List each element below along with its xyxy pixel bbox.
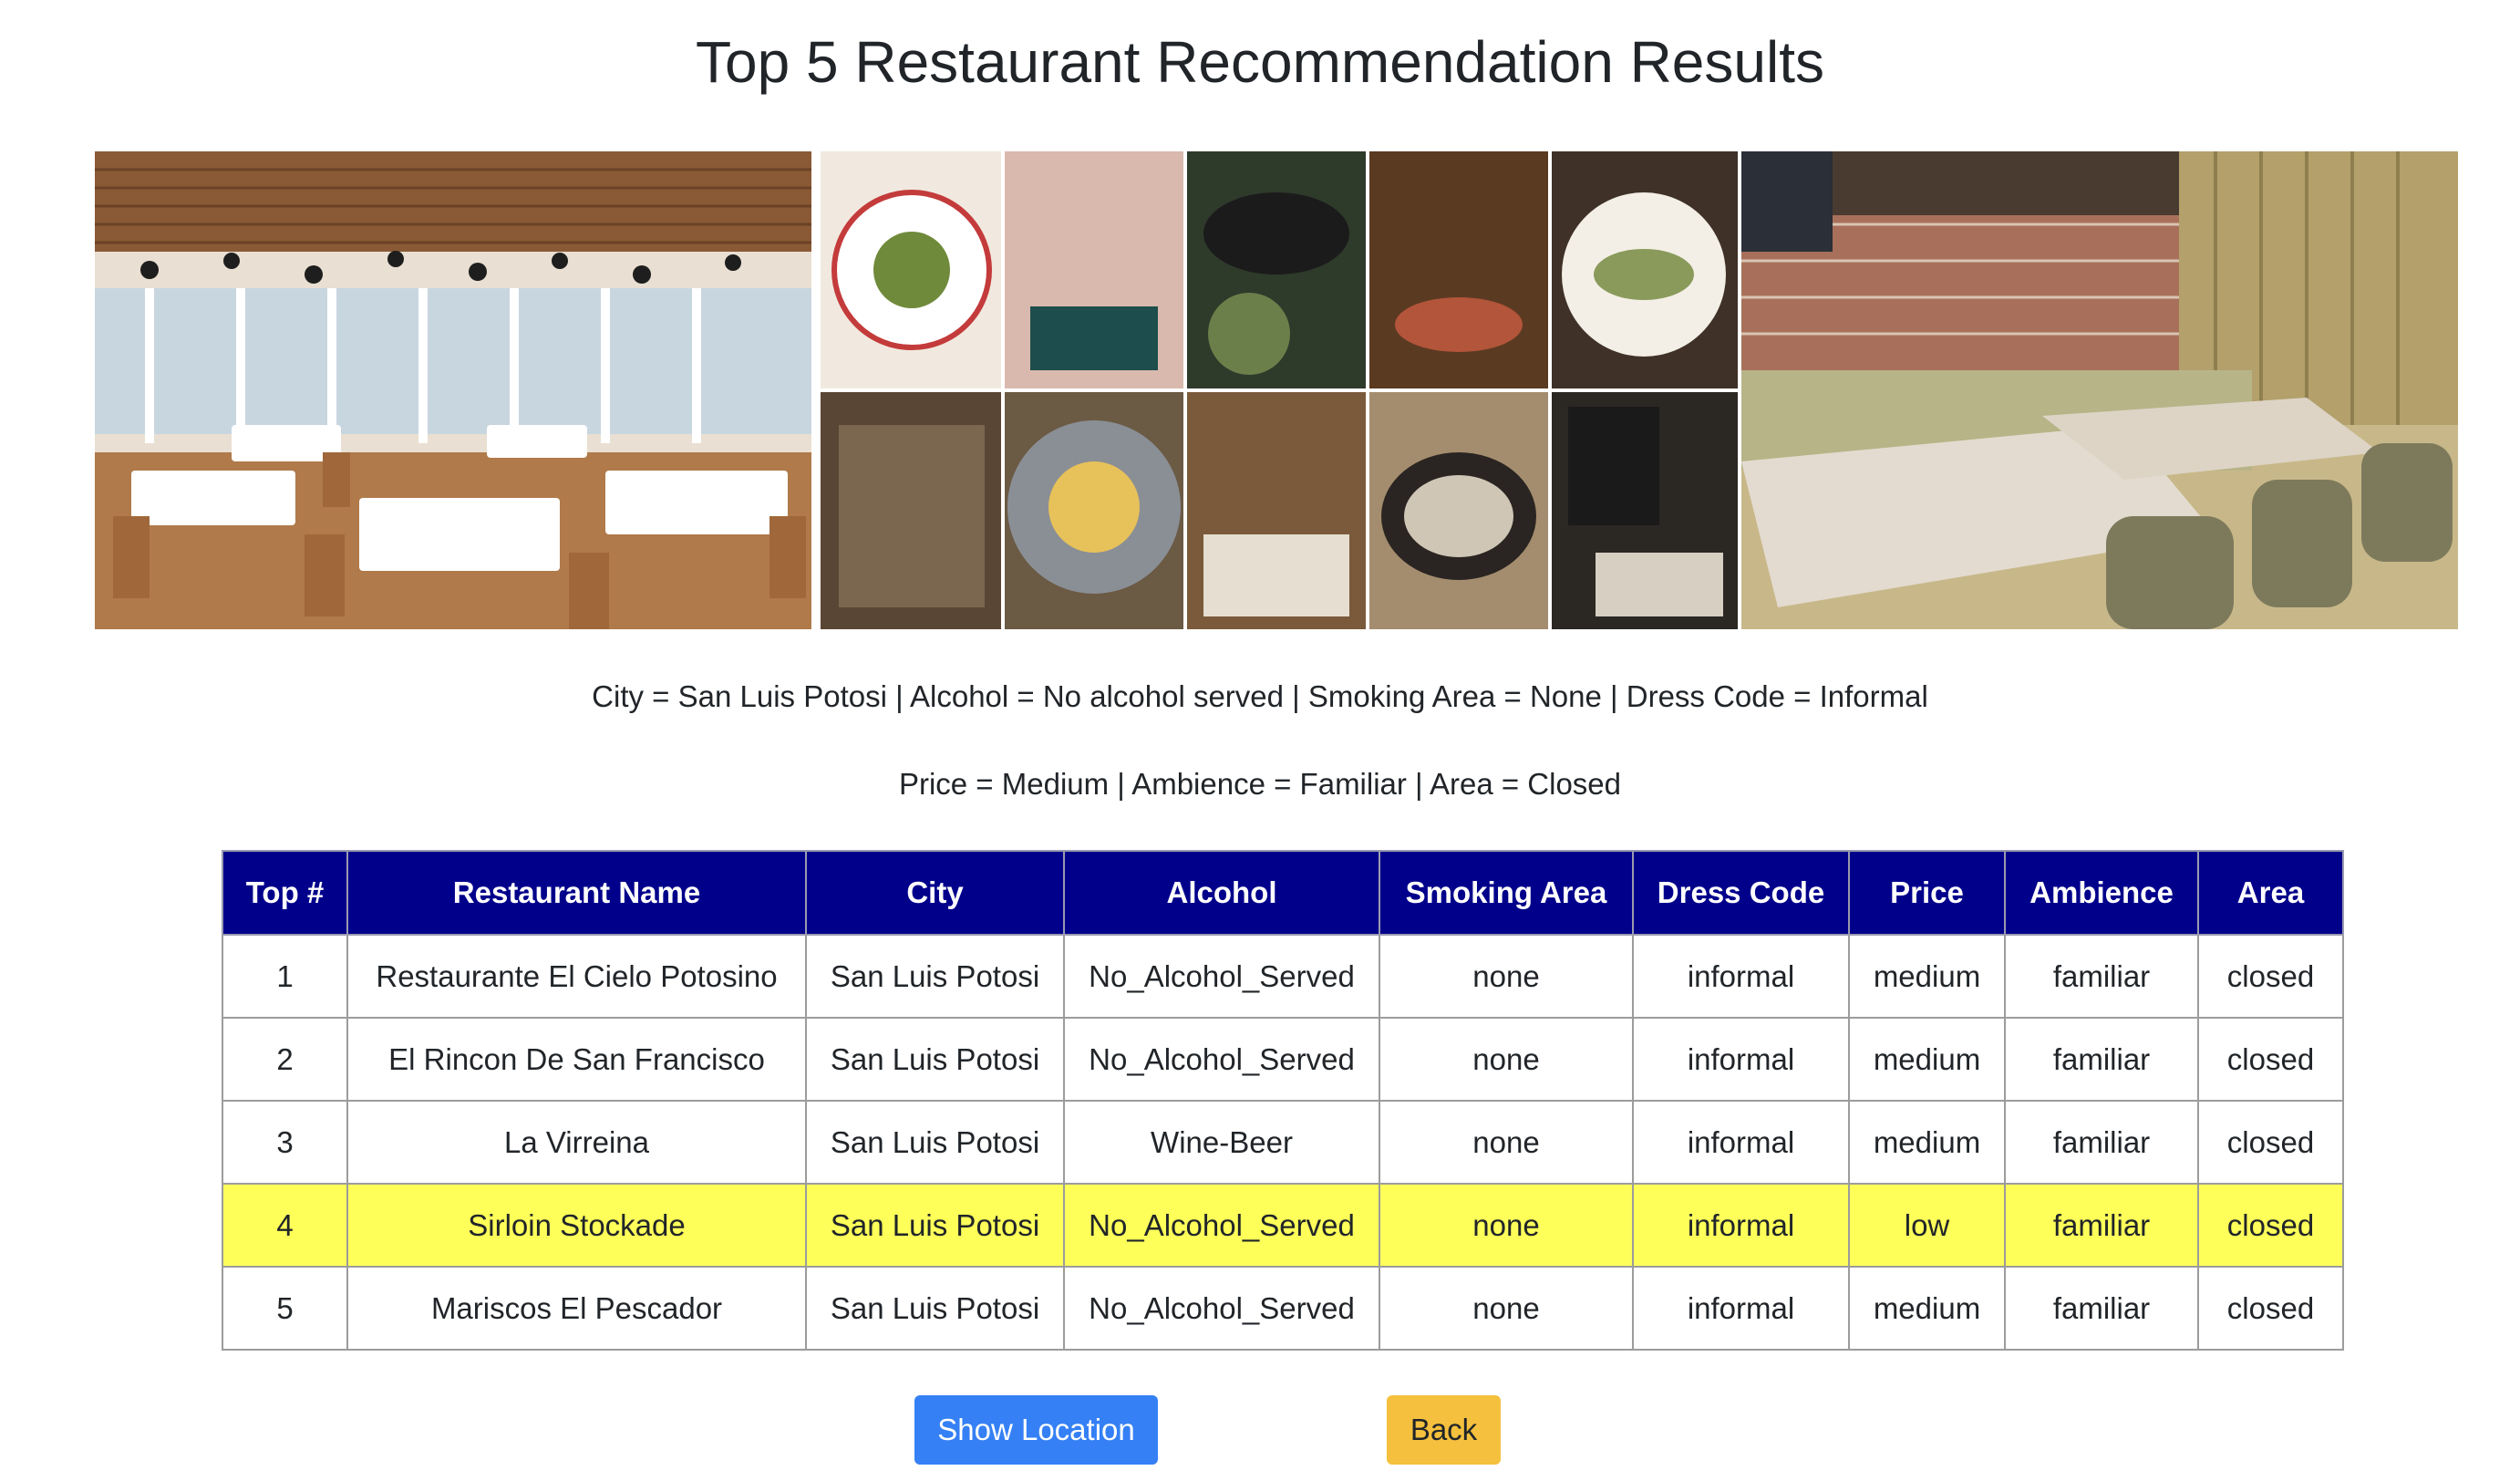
cell-ambience: familiar: [2004, 1183, 2199, 1268]
cell-smoking-area: none: [1379, 1183, 1634, 1268]
cell-alcohol: No_Alcohol_Served: [1063, 1017, 1380, 1102]
column-header-area: Area: [2197, 850, 2344, 936]
table-row: 1 Restaurante El Cielo Potosino San Luis…: [222, 934, 2344, 1019]
cell-price: low: [1848, 1183, 2006, 1268]
cell-restaurant-name: Restaurante El Cielo Potosino: [346, 934, 807, 1019]
cell-city: San Luis Potosi: [805, 1100, 1065, 1185]
table-row: 2 El Rincon De San Francisco San Luis Po…: [222, 1017, 2344, 1102]
page-title: Top 5 Restaurant Recommendation Results: [696, 29, 1824, 95]
table-row: 5 Mariscos El Pescador San Luis Potosi N…: [222, 1266, 2344, 1351]
cell-rank: 5: [222, 1266, 348, 1351]
cell-area: closed: [2197, 1183, 2344, 1268]
cell-rank: 3: [222, 1100, 348, 1185]
restaurant-dining-room-photo: [95, 151, 811, 629]
filter-summary-line-2: Price = Medium | Ambience = Familiar | A…: [898, 767, 1622, 801]
cell-city: San Luis Potosi: [805, 1183, 1065, 1268]
cell-smoking-area: none: [1379, 1100, 1634, 1185]
cell-price: medium: [1848, 1017, 2006, 1102]
cell-area: closed: [2197, 934, 2344, 1019]
restaurant-food-collage-photo: [821, 151, 1738, 629]
table-row: 3 La Virreina San Luis Potosi Wine-Beer …: [222, 1100, 2344, 1185]
cell-restaurant-name: El Rincon De San Francisco: [346, 1017, 807, 1102]
back-button[interactable]: Back: [1387, 1395, 1501, 1465]
cell-smoking-area: none: [1379, 1266, 1634, 1351]
cell-rank: 2: [222, 1017, 348, 1102]
column-header-restaurant-name: Restaurant Name: [346, 850, 807, 936]
cell-ambience: familiar: [2004, 1266, 2199, 1351]
cell-dress-code: informal: [1632, 1100, 1850, 1185]
cell-alcohol: Wine-Beer: [1063, 1100, 1380, 1185]
cell-ambience: familiar: [2004, 1100, 2199, 1185]
cell-restaurant-name: Sirloin Stockade: [346, 1183, 807, 1268]
cell-smoking-area: none: [1379, 934, 1634, 1019]
cell-price: medium: [1848, 1100, 2006, 1185]
column-header-dress-code: Dress Code: [1632, 850, 1850, 936]
cell-ambience: familiar: [2004, 1017, 2199, 1102]
cell-dress-code: informal: [1632, 1017, 1850, 1102]
cell-alcohol: No_Alcohol_Served: [1063, 1183, 1380, 1268]
filter-summary-line-1: City = San Luis Potosi | Alcohol = No al…: [592, 679, 1928, 713]
cell-dress-code: informal: [1632, 1266, 1850, 1351]
cell-dress-code: informal: [1632, 1183, 1850, 1268]
table-header-row: Top # Restaurant Name City Alcohol Smoki…: [222, 850, 2344, 936]
column-header-ambience: Ambience: [2004, 850, 2199, 936]
table-row-highlighted: 4 Sirloin Stockade San Luis Potosi No_Al…: [222, 1183, 2344, 1268]
cell-restaurant-name: La Virreina: [346, 1100, 807, 1185]
cell-area: closed: [2197, 1100, 2344, 1185]
cell-restaurant-name: Mariscos El Pescador: [346, 1266, 807, 1351]
column-header-smoking-area: Smoking Area: [1379, 850, 1634, 936]
cell-price: medium: [1848, 1266, 2006, 1351]
cell-rank: 4: [222, 1183, 348, 1268]
cell-rank: 1: [222, 934, 348, 1019]
show-location-button[interactable]: Show Location: [914, 1395, 1158, 1465]
column-header-price: Price: [1848, 850, 2006, 936]
cell-price: medium: [1848, 934, 2006, 1019]
cell-city: San Luis Potosi: [805, 1017, 1065, 1102]
cell-area: closed: [2197, 1266, 2344, 1351]
results-table: Top # Restaurant Name City Alcohol Smoki…: [222, 850, 2344, 1351]
cell-city: San Luis Potosi: [805, 934, 1065, 1019]
restaurant-booth-seating-photo: [1741, 151, 2458, 629]
cell-alcohol: No_Alcohol_Served: [1063, 934, 1380, 1019]
column-header-city: City: [805, 850, 1065, 936]
column-header-alcohol: Alcohol: [1063, 850, 1380, 936]
cell-ambience: familiar: [2004, 934, 2199, 1019]
cell-alcohol: No_Alcohol_Served: [1063, 1266, 1380, 1351]
cell-smoking-area: none: [1379, 1017, 1634, 1102]
column-header-top: Top #: [222, 850, 348, 936]
cell-area: closed: [2197, 1017, 2344, 1102]
cell-dress-code: informal: [1632, 934, 1850, 1019]
cell-city: San Luis Potosi: [805, 1266, 1065, 1351]
